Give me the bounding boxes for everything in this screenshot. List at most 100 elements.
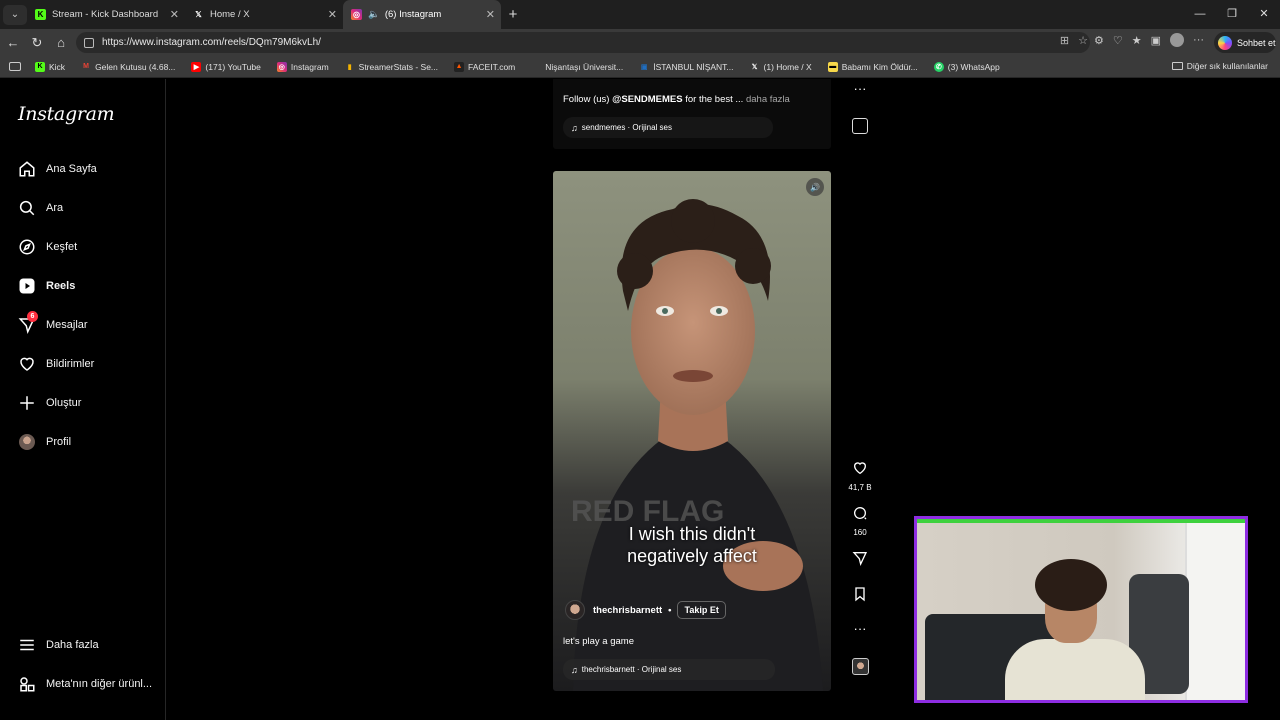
bookmark-faceit[interactable]: ▲ FACEIT.com bbox=[454, 61, 515, 72]
speaker-icon[interactable]: 🔈 bbox=[368, 9, 380, 20]
bookmark-label: İSTANBUL NİŞANT... bbox=[653, 61, 734, 72]
bookmark-label: (1) Home / X bbox=[763, 61, 812, 72]
comment-button[interactable]: 160 bbox=[843, 505, 877, 537]
instagram-logo[interactable]: Instagram bbox=[18, 103, 115, 125]
x-icon: 𝕏 bbox=[195, 10, 202, 19]
share-icon bbox=[843, 550, 877, 571]
bookmark-label: Gelen Kutusu (4.68... bbox=[95, 61, 176, 72]
nav-notifications[interactable]: Bildirimler bbox=[17, 352, 94, 376]
username-link[interactable]: thechrisbarnett bbox=[593, 605, 662, 616]
bookmark-x[interactable]: 𝕏 (1) Home / X bbox=[750, 62, 812, 72]
copilot-label: Sohbet et bbox=[1237, 37, 1276, 48]
reel-audio[interactable]: ♫ thechrisbarnett · Orijinal ses bbox=[563, 659, 775, 680]
tab-home-x[interactable]: 𝕏 Home / X ✕ bbox=[185, 0, 343, 29]
browser-essentials-icon[interactable]: ♡ bbox=[1113, 34, 1123, 47]
minimize-button[interactable]: — bbox=[1184, 0, 1216, 29]
previous-reel-audio[interactable]: ♫ sendmemes · Orijinal ses bbox=[563, 117, 773, 138]
share-button[interactable] bbox=[843, 550, 877, 571]
favorites-icon[interactable]: ★ bbox=[1132, 34, 1142, 47]
bookmark-streamerstats[interactable]: ▮ StreamerStats - Se... bbox=[345, 62, 438, 72]
nav-meta-products[interactable]: Meta'nın diğer ürünl... bbox=[17, 672, 152, 696]
nav-search[interactable]: Ara bbox=[17, 196, 63, 220]
previous-reel-info: Follow (us) @SENDMEMES for the best ... … bbox=[553, 79, 831, 149]
nav-home[interactable]: Ana Sayfa bbox=[17, 157, 97, 181]
tab-instagram[interactable]: ◎ 🔈 (6) Instagram ✕ bbox=[343, 0, 501, 29]
nav-explore[interactable]: Keşfet bbox=[17, 235, 77, 259]
nav-messages[interactable]: 6 Mesajlar bbox=[17, 311, 88, 337]
extensions-icon[interactable]: ⚙ bbox=[1094, 34, 1104, 47]
tab-actions-menu-button[interactable]: ⌄ bbox=[3, 4, 27, 25]
collections-icon[interactable]: ▣ bbox=[1151, 34, 1161, 47]
caption-prefix: Follow (us) bbox=[563, 94, 613, 105]
new-tab-button[interactable]: + bbox=[501, 6, 525, 23]
close-tab-icon[interactable]: ✕ bbox=[486, 8, 495, 21]
sound-icon[interactable]: 🔊 bbox=[806, 178, 824, 196]
more-options-icon[interactable]: ··· bbox=[843, 621, 877, 636]
reel-actions: ··· 41,7 B 160 ··· bbox=[843, 79, 877, 720]
favorite-star-icon[interactable]: ☆ bbox=[1078, 34, 1088, 47]
nav-profile[interactable]: Profil bbox=[17, 430, 71, 454]
like-button[interactable]: 41,7 B bbox=[843, 460, 877, 492]
bookmark-kick[interactable]: K Kick bbox=[35, 61, 65, 72]
bookmark-istanbul-nisantasi[interactable]: ▣ İSTANBUL NİŞANT... bbox=[639, 61, 734, 72]
bookmark-instagram[interactable]: ◎ Instagram bbox=[276, 61, 329, 72]
close-window-button[interactable]: ✕ bbox=[1248, 0, 1280, 29]
nav-reels[interactable]: Reels bbox=[17, 274, 75, 298]
more-options-icon[interactable]: ··· bbox=[843, 81, 877, 96]
reel-caption: let's play a game bbox=[563, 636, 634, 647]
reels-external-icon[interactable] bbox=[843, 118, 877, 134]
profile-avatar[interactable] bbox=[1170, 33, 1185, 47]
reel-author: thechrisbarnett • Takip Et bbox=[565, 600, 726, 620]
bookmark-youtube[interactable]: ▶ (171) YouTube bbox=[191, 61, 261, 72]
meta-apps-icon bbox=[17, 674, 37, 694]
tab-title: Stream - Kick Dashboard bbox=[52, 9, 159, 20]
kick-icon: K bbox=[35, 9, 46, 20]
bookmark-whatsapp[interactable]: ✆ (3) WhatsApp bbox=[933, 61, 1000, 72]
university-icon: ▣ bbox=[640, 63, 648, 71]
avatar[interactable] bbox=[565, 600, 585, 620]
tab-kick-dashboard[interactable]: K Stream - Kick Dashboard ✕ bbox=[27, 0, 185, 29]
stats-icon: ▮ bbox=[347, 63, 352, 71]
reels-icon bbox=[17, 276, 37, 296]
more-link[interactable]: daha fazla bbox=[746, 94, 790, 105]
bookmark-nisantasi[interactable]: Nişantaşı Üniversit... bbox=[531, 62, 623, 72]
instagram-icon: ◎ bbox=[351, 9, 362, 20]
reel-video[interactable]: RED FLAG 🔊 I wish this didn't negatively… bbox=[553, 171, 831, 691]
caption-handle[interactable]: @SENDMEMES bbox=[612, 94, 683, 105]
bookmark-label: (3) WhatsApp bbox=[947, 61, 1000, 72]
close-tab-icon[interactable]: ✕ bbox=[328, 8, 337, 21]
close-tab-icon[interactable]: ✕ bbox=[170, 8, 179, 21]
nav-create[interactable]: Oluştur bbox=[17, 391, 81, 415]
whatsapp-icon: ✆ bbox=[933, 61, 944, 72]
sidebar: Instagram Ana Sayfa Ara Keşfet Reels 6 M… bbox=[0, 79, 166, 720]
url-input[interactable]: https://www.instagram.com/reels/DQm79M6k… bbox=[76, 32, 1090, 53]
comment-icon bbox=[843, 505, 877, 526]
separator-dot: • bbox=[668, 604, 672, 616]
message-count-badge: 6 bbox=[27, 311, 38, 322]
back-button[interactable]: ← bbox=[1, 35, 25, 50]
copilot-button[interactable]: Sohbet et bbox=[1214, 32, 1276, 53]
like-count: 41,7 B bbox=[848, 483, 872, 492]
bookmark-babami[interactable]: ▬ Babamı Kim Öldür... bbox=[827, 61, 918, 72]
tab-list-icon[interactable] bbox=[9, 62, 21, 71]
search-icon bbox=[17, 198, 37, 218]
browser-tab-bar: ⌄ K Stream - Kick Dashboard ✕ 𝕏 Home / X… bbox=[0, 0, 1280, 29]
home-button[interactable]: ⌂ bbox=[49, 35, 73, 50]
nav-label: Profil bbox=[46, 436, 72, 448]
save-button[interactable] bbox=[843, 586, 877, 607]
x-icon: 𝕏 bbox=[751, 63, 758, 71]
app-available-icon[interactable]: ⊞ bbox=[1060, 34, 1069, 47]
other-bookmarks[interactable]: Diğer sık kullanılanlar bbox=[1171, 61, 1268, 71]
nav-more[interactable]: Daha fazla bbox=[17, 633, 99, 657]
bookmark-gmail[interactable]: M Gelen Kutusu (4.68... bbox=[81, 62, 175, 72]
site-info-icon[interactable] bbox=[84, 37, 94, 48]
faceit-icon: ▲ bbox=[454, 61, 465, 72]
maximize-button[interactable]: ❐ bbox=[1216, 0, 1248, 29]
follow-button[interactable]: Takip Et bbox=[677, 601, 726, 619]
settings-more-icon[interactable]: ··· bbox=[1193, 34, 1204, 46]
url-text: https://www.instagram.com/reels/DQm79M6k… bbox=[102, 37, 321, 48]
address-toolbar: ← ↻ ⌂ https://www.instagram.com/reels/DQ… bbox=[0, 29, 1280, 56]
reload-button[interactable]: ↻ bbox=[25, 35, 49, 51]
nav-label: Ana Sayfa bbox=[46, 163, 97, 175]
audio-thumbnail[interactable] bbox=[843, 658, 877, 675]
